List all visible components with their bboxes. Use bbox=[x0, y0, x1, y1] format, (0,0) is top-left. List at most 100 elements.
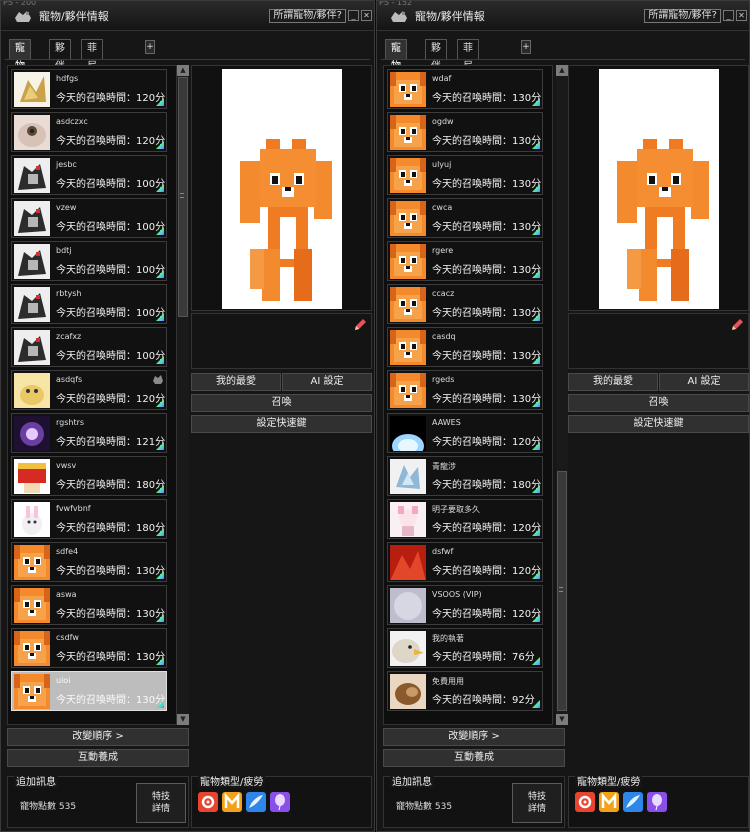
pet-list-item[interactable]: uioi 今天的召喚時間：130分 bbox=[11, 671, 167, 711]
add-tab-button[interactable]: + bbox=[521, 40, 531, 54]
pet-summon-time: 今天的召喚時間：130分 bbox=[432, 136, 542, 147]
title-bar[interactable]: PS - 200 寵物/夥伴情報 所謂寵物/夥伴? _ ✕ bbox=[1, 1, 374, 31]
pet-thumbnail bbox=[390, 674, 426, 709]
pet-notes[interactable] bbox=[191, 313, 372, 369]
interact-train-button[interactable]: 互動養成 bbox=[383, 749, 565, 767]
close-button[interactable]: ✕ bbox=[736, 10, 747, 21]
pet-list-item[interactable]: aswa 今天的召喚時間：130分 bbox=[11, 585, 167, 625]
scroll-down-button[interactable]: ▼ bbox=[556, 714, 568, 725]
title-bar[interactable]: PS - 152 寵物/夥伴情報 所謂寵物/夥伴? _ ✕ bbox=[377, 1, 749, 31]
pet-list-item[interactable]: sdfe4 今天的召喚時間：130分 bbox=[11, 542, 167, 582]
pet-thumbnail bbox=[390, 502, 426, 537]
tab-fini-pet[interactable]: 菲尼寵物 bbox=[81, 39, 103, 108]
pet-list-item[interactable]: 免費用用 今天的召喚時間：92分 bbox=[387, 671, 543, 711]
pet-summon-time: 今天的召喚時間：130分 bbox=[432, 351, 542, 362]
wing-icon[interactable] bbox=[246, 792, 266, 812]
scroll-grip bbox=[559, 587, 563, 592]
pet-name: ulyuj bbox=[432, 160, 452, 169]
favorite-button[interactable]: 我的最愛 bbox=[191, 373, 281, 391]
change-order-button[interactable]: 改變順序 > bbox=[7, 728, 189, 746]
balloon-icon[interactable] bbox=[647, 792, 667, 812]
tab-partner[interactable]: 夥伴 bbox=[425, 39, 447, 72]
change-order-button[interactable]: 改變順序 > bbox=[383, 728, 565, 746]
pet-list-item[interactable]: asdqfs 今天的召喚時間：120分 bbox=[11, 370, 167, 410]
pet-list-item[interactable]: casdq 今天的召喚時間：130分 bbox=[387, 327, 543, 367]
pet-list-item[interactable]: wdaf 今天的召喚時間：130分 bbox=[387, 69, 543, 109]
pet-list-item[interactable]: ccacz 今天的召喚時間：130分 bbox=[387, 284, 543, 324]
tab-fini-pet[interactable]: 菲尼寵物 bbox=[457, 39, 479, 108]
tab-pet[interactable]: 寵物 bbox=[9, 39, 31, 72]
interact-train-button[interactable]: 互動養成 bbox=[7, 749, 189, 767]
pet-list-item[interactable]: zcafxz 今天的召喚時間：100分 bbox=[11, 327, 167, 367]
pet-list[interactable]: hdfgs 今天的召喚時間：120分 asdczxc 今天的召喚時間：120分 … bbox=[7, 65, 177, 725]
wing-icon[interactable] bbox=[623, 792, 643, 812]
pet-thumbnail bbox=[14, 502, 50, 537]
pet-list-item[interactable]: 我的執著 今天的召喚時間：76分 bbox=[387, 628, 543, 668]
add-tab-button[interactable]: + bbox=[145, 40, 155, 54]
what-is-pet-button[interactable]: 所謂寵物/夥伴? bbox=[644, 9, 721, 23]
pet-list[interactable]: wdaf 今天的召喚時間：130分 ogdw 今天的召喚時間：130分 ulyu… bbox=[383, 65, 553, 725]
gear-icon[interactable] bbox=[575, 792, 595, 812]
m-badge-icon[interactable] bbox=[599, 792, 619, 812]
set-hotkey-button[interactable]: 設定快速鍵 bbox=[568, 415, 749, 433]
summon-button[interactable]: 召喚 bbox=[568, 394, 749, 412]
pet-list-item[interactable]: rgere 今天的召喚時間：130分 bbox=[387, 241, 543, 281]
m-badge-icon[interactable] bbox=[222, 792, 242, 812]
pencil-icon[interactable] bbox=[730, 318, 744, 332]
pet-list-item[interactable]: rbtysh 今天的召喚時間：100分 bbox=[11, 284, 167, 324]
pet-list-item[interactable]: vzew 今天的召喚時間：100分 bbox=[11, 198, 167, 238]
pet-name: csdfw bbox=[56, 633, 79, 642]
scroll-down-button[interactable]: ▼ bbox=[177, 714, 189, 725]
pet-name: rgeds bbox=[432, 375, 455, 384]
pet-list-item[interactable]: bdtj 今天的召喚時間：100分 bbox=[11, 241, 167, 281]
minimize-button[interactable]: _ bbox=[723, 10, 734, 21]
what-is-pet-button[interactable]: 所謂寵物/夥伴? bbox=[269, 9, 346, 23]
close-button[interactable]: ✕ bbox=[361, 10, 372, 21]
pet-name: jesbc bbox=[56, 160, 77, 169]
pet-list-item[interactable]: cwca 今天的召喚時間：130分 bbox=[387, 198, 543, 238]
pet-thumbnail bbox=[14, 631, 50, 666]
pet-list-scrollbar[interactable]: ▲ ▼ bbox=[556, 65, 568, 725]
pet-thumbnail bbox=[14, 416, 50, 451]
pet-thumbnail bbox=[390, 72, 426, 107]
pet-list-item[interactable]: VSOOS (VIP) 今天的召喚時間：120分 bbox=[387, 585, 543, 625]
skill-details-button[interactable]: 特技 詳情 bbox=[512, 783, 562, 823]
pet-list-item[interactable]: fvwfvbnf 今天的召喚時間：180分 bbox=[11, 499, 167, 539]
pencil-icon[interactable] bbox=[353, 318, 367, 332]
pet-thumbnail bbox=[14, 545, 50, 580]
pet-list-item[interactable]: asdczxc 今天的召喚時間：120分 bbox=[11, 112, 167, 152]
pet-list-item[interactable]: vwsv 今天的召喚時間：180分 bbox=[11, 456, 167, 496]
pet-thumbnail bbox=[390, 588, 426, 623]
summon-button[interactable]: 召喚 bbox=[191, 394, 372, 412]
pet-list-item[interactable]: jesbc 今天的召喚時間：100分 bbox=[11, 155, 167, 195]
pet-list-item[interactable]: 青龍涉 今天的召喚時間：180分 bbox=[387, 456, 543, 496]
pet-summon-time: 今天的召喚時間：100分 bbox=[56, 351, 166, 362]
pet-list-scrollbar[interactable]: ▲ ▼ bbox=[177, 65, 189, 725]
favorite-button[interactable]: 我的最愛 bbox=[568, 373, 658, 391]
skill-details-button[interactable]: 特技 詳情 bbox=[136, 783, 186, 823]
pet-list-item[interactable]: rgshtrs 今天的召喚時間：121分 bbox=[11, 413, 167, 453]
pet-list-item[interactable]: ogdw 今天的召喚時間：130分 bbox=[387, 112, 543, 152]
scroll-up-button[interactable]: ▲ bbox=[556, 65, 568, 76]
pet-list-item[interactable]: ulyuj 今天的召喚時間：130分 bbox=[387, 155, 543, 195]
ai-settings-button[interactable]: AI 設定 bbox=[659, 373, 749, 391]
set-hotkey-button[interactable]: 設定快速鍵 bbox=[191, 415, 372, 433]
gear-icon[interactable] bbox=[198, 792, 218, 812]
additional-info-panel: 追加訊息 寵物點數 535 特技 詳情 bbox=[7, 773, 189, 828]
pet-notes[interactable] bbox=[568, 313, 749, 369]
ai-settings-button[interactable]: AI 設定 bbox=[282, 373, 372, 391]
tab-pet[interactable]: 寵物 bbox=[385, 39, 407, 72]
pet-list-item[interactable]: 明子要取多久 今天的召喚時間：120分 bbox=[387, 499, 543, 539]
minimize-button[interactable]: _ bbox=[348, 10, 359, 21]
pet-summon-time: 今天的召喚時間：100分 bbox=[56, 265, 166, 276]
pet-list-item[interactable]: hdfgs 今天的召喚時間：120分 bbox=[11, 69, 167, 109]
pet-thumbnail bbox=[390, 201, 426, 236]
tab-partner[interactable]: 夥伴 bbox=[49, 39, 71, 72]
balloon-icon[interactable] bbox=[270, 792, 290, 812]
pet-list-item[interactable]: AAWES 今天的召喚時間：120分 bbox=[387, 413, 543, 453]
pet-summon-time: 今天的召喚時間：130分 bbox=[432, 222, 542, 233]
pet-list-item[interactable]: rgeds 今天的召喚時間：130分 bbox=[387, 370, 543, 410]
scroll-up-button[interactable]: ▲ bbox=[177, 65, 189, 76]
pet-list-item[interactable]: csdfw 今天的召喚時間：130分 bbox=[11, 628, 167, 668]
pet-list-item[interactable]: dsfwf 今天的召喚時間：120分 bbox=[387, 542, 543, 582]
